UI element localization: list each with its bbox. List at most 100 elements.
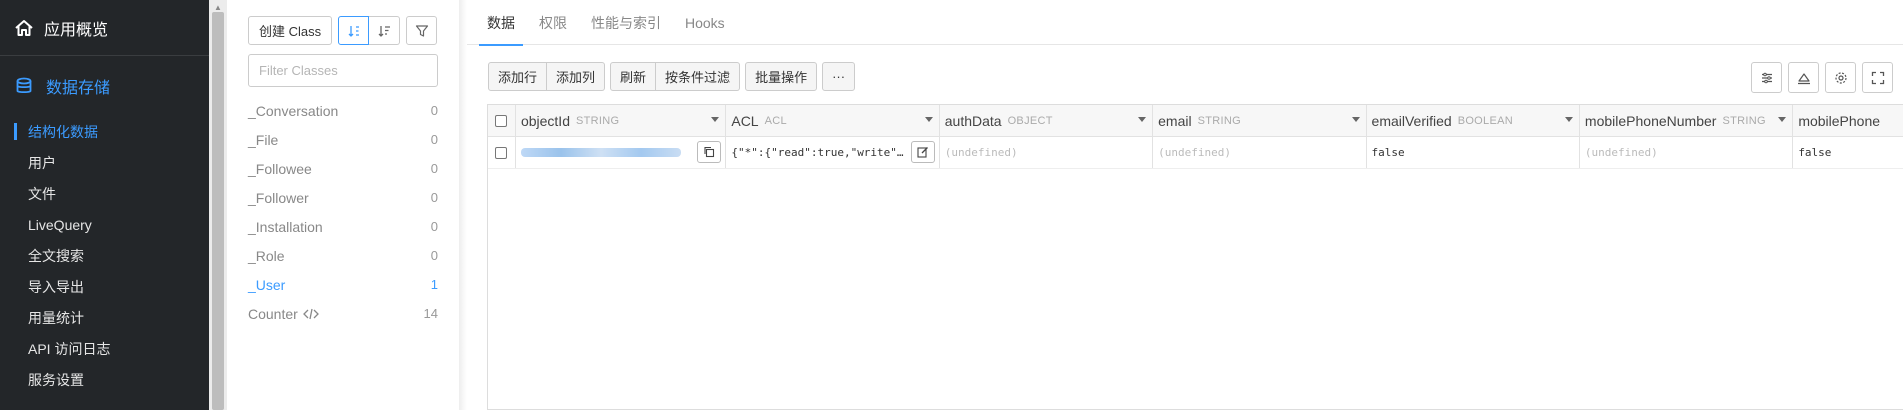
column-header-authdata[interactable]: authData OBJECT [940,105,1154,136]
column-dropdown-icon[interactable] [1778,117,1787,122]
tab-data[interactable]: 数据 [479,0,523,46]
sort-az-button[interactable] [338,16,370,45]
class-count: 14 [423,306,438,321]
cell-authdata[interactable]: (undefined) [940,137,1154,168]
select-all-checkbox[interactable] [495,114,508,127]
column-type: STRING [576,114,620,127]
class-name: _User [248,276,286,293]
column-name: objectId [520,112,570,129]
class-item[interactable]: Counter 14 [248,299,438,328]
column-name: mobilePhoneNumber [1584,112,1717,129]
column-type: ACL [764,114,787,127]
nav-item-fulltext-search[interactable]: 全文搜索 [0,240,209,271]
tab-bar: 数据 权限 性能与索引 Hooks [467,0,1903,46]
gear-icon [1834,71,1847,84]
sort-button-group [338,16,401,45]
column-name: ACL [731,112,759,129]
column-name: email [1158,112,1192,129]
class-count: 0 [430,190,438,205]
cell-acl[interactable]: {"*":{"read":true,"write"… [726,137,940,168]
add-row-button[interactable]: 添加行 [488,62,548,91]
column-dropdown-icon[interactable] [1351,117,1360,122]
row-select-cell [488,137,516,168]
nav-item-files[interactable]: 文件 [0,178,209,209]
column-type: STRING [1197,114,1241,127]
authdata-value: (undefined) [944,146,1018,159]
tab-performance-index[interactable]: 性能与索引 [591,0,661,45]
column-dropdown-icon[interactable] [1564,117,1573,122]
email-value: (undefined) [1158,146,1231,159]
batch-operation-button[interactable]: 批量操作 [745,62,818,91]
class-item[interactable]: _Role 0 [248,241,438,270]
sort-count-button[interactable] [369,16,401,45]
nav-item-api-logs[interactable]: API 访问日志 [0,333,209,364]
tab-hooks[interactable]: Hooks [685,0,725,45]
class-name: _Role [248,247,285,264]
fullscreen-button[interactable] [1862,62,1893,93]
column-header-mobilephonenumber[interactable]: mobilePhoneNumber STRING [1580,105,1794,136]
nav-scrollbar[interactable]: ▲ [209,0,227,410]
class-count: 0 [430,219,438,234]
create-class-button[interactable]: 创建 Class [248,16,333,45]
scrollbar-thumb[interactable] [212,12,224,410]
nav-item-service-settings[interactable]: 服务设置 [0,364,209,395]
table-row[interactable]: {"*":{"read":true,"write"… (undefined) (… [488,137,1903,169]
scroll-up-icon[interactable]: ▲ [214,3,222,12]
nav-item-usage-stats[interactable]: 用量统计 [0,302,209,333]
condition-filter-button[interactable]: 按条件过滤 [656,62,741,91]
nav-item-import-export[interactable]: 导入导出 [0,271,209,302]
column-header-mobilephoneverified[interactable]: mobilePhone [1793,105,1903,136]
column-dropdown-icon[interactable] [711,117,720,122]
class-item[interactable]: _Conversation 0 [248,96,438,125]
column-header-objectid[interactable]: objectId STRING [516,105,727,136]
column-name: mobilePhone [1798,112,1881,129]
column-name: emailVerified [1371,112,1452,129]
home-icon [14,17,36,39]
filter-classes-input[interactable] [248,54,438,87]
add-column-button[interactable]: 添加列 [547,62,606,91]
column-header-email[interactable]: email STRING [1153,105,1367,136]
refresh-button[interactable]: 刷新 [610,62,657,91]
column-dropdown-icon[interactable] [1138,117,1147,122]
class-item[interactable]: _Installation 0 [248,212,438,241]
class-name: _Installation [248,218,323,235]
sort-desc-icon [378,25,391,37]
nav-item-users[interactable]: 用户 [0,147,209,178]
clear-format-button[interactable] [1788,62,1819,93]
cell-mobilephonenumber[interactable]: (undefined) [1580,137,1794,168]
nav-item-livequery[interactable]: LiveQuery [0,209,209,240]
tab-permissions[interactable]: 权限 [539,0,567,45]
column-settings-button[interactable] [1751,62,1782,93]
class-count: 0 [430,248,438,263]
class-item[interactable]: _Follower 0 [248,183,438,212]
cell-emailverified[interactable]: false [1367,137,1580,168]
class-item[interactable]: _Followee 0 [248,154,438,183]
column-type: OBJECT [1007,114,1053,127]
row-checkbox[interactable] [495,146,508,159]
code-icon [302,308,319,319]
nav-item-structured-data[interactable]: 结构化数据 [0,116,209,147]
class-item[interactable]: _File 0 [248,125,438,154]
more-button[interactable]: ··· [822,62,856,91]
column-name: authData [944,112,1002,129]
cell-email[interactable]: (undefined) [1153,137,1367,168]
class-name: Counter [248,305,298,322]
copy-button[interactable] [697,141,722,163]
column-type: STRING [1722,114,1766,127]
class-item-user-selected[interactable]: _User 1 [248,270,438,299]
column-header-emailverified[interactable]: emailVerified BOOLEAN [1367,105,1580,136]
cell-mobilephoneverified[interactable]: false [1793,137,1903,168]
cell-objectid[interactable] [516,137,727,168]
nav-overview[interactable]: 应用概览 [0,0,209,56]
nav-section-label: 数据存储 [46,80,111,97]
edit-acl-button[interactable] [910,141,935,163]
row-col-group: 添加行 添加列 [488,62,606,91]
settings-button[interactable] [1825,62,1856,93]
column-header-acl[interactable]: ACL ACL [726,105,940,136]
column-dropdown-icon[interactable] [924,117,933,122]
objectid-value-blurred[interactable] [520,148,681,157]
mobilephonenumber-value: (undefined) [1584,146,1658,159]
filter-classes-button[interactable] [406,16,438,45]
nav-section-storage[interactable]: 数据存储 [0,56,209,116]
class-count: 0 [430,132,438,147]
